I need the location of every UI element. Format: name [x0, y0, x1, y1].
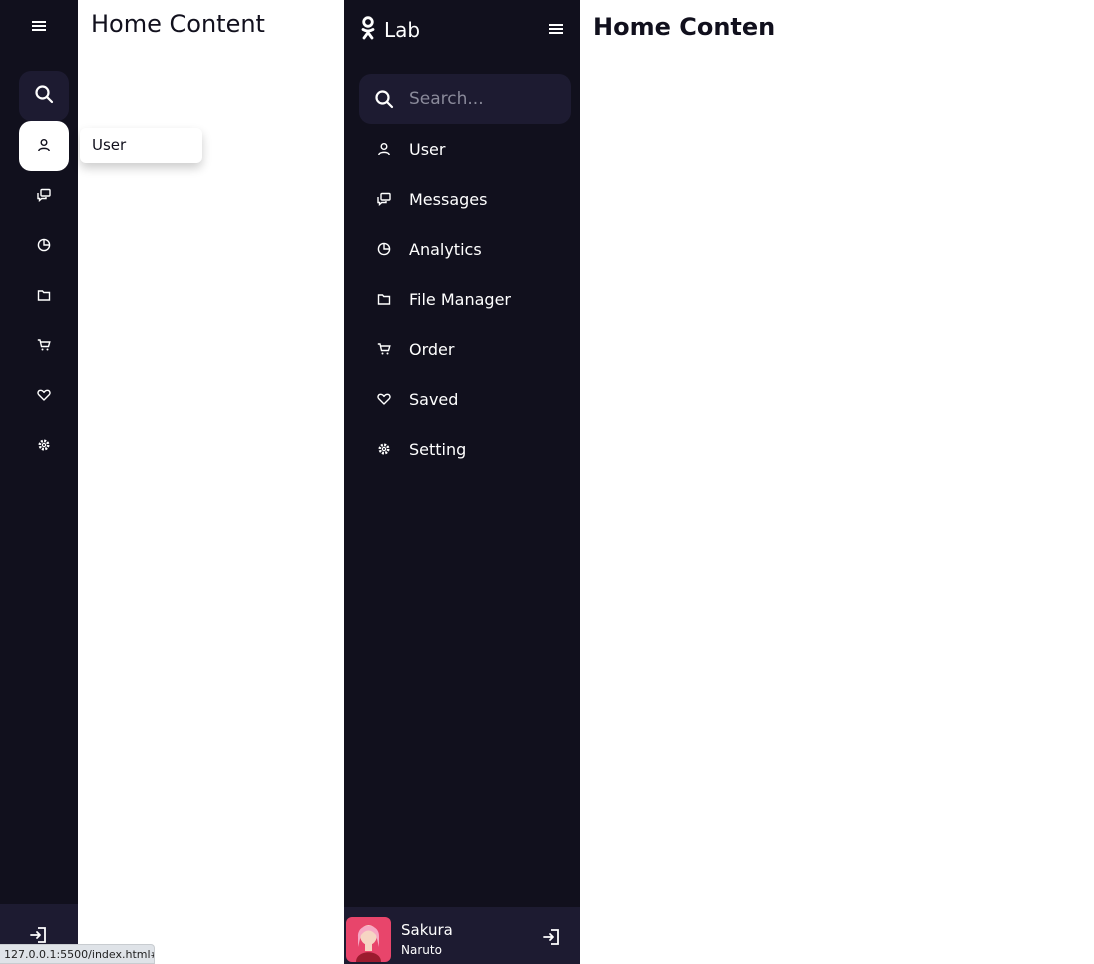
messages-icon — [37, 187, 51, 206]
nav-item-file-manager[interactable]: File Manager — [359, 274, 571, 324]
user-tooltip: User — [80, 128, 202, 163]
nav-item-label: Messages — [409, 189, 488, 209]
search-input[interactable] — [409, 89, 559, 109]
logout-icon[interactable] — [542, 927, 562, 951]
collapsed-item-order[interactable] — [19, 321, 69, 371]
menu-icon[interactable] — [546, 19, 566, 39]
heart-icon — [359, 374, 409, 424]
expanded-sidebar: Lab User Messages Analytics — [344, 0, 580, 964]
cart-icon — [37, 337, 51, 356]
collapsed-item-saved[interactable] — [19, 371, 69, 421]
heart-icon — [37, 387, 51, 406]
collapsed-item-analytics[interactable] — [19, 221, 69, 271]
nav-item-label: User — [409, 139, 446, 159]
collapsed-item-file-manager[interactable] — [19, 271, 69, 321]
avatar — [346, 917, 391, 962]
search-icon[interactable] — [359, 74, 409, 124]
user-icon — [359, 124, 409, 174]
collapsed-search-button[interactable] — [19, 71, 69, 121]
gear-icon — [359, 424, 409, 474]
nav-item-label: Order — [409, 339, 455, 359]
collapsed-sidebar — [0, 0, 78, 964]
gear-icon — [37, 437, 51, 456]
browser-status-url: 127.0.0.1:5500/index.html# — [0, 944, 155, 964]
logo: Lab — [360, 16, 420, 44]
page-title: Home Content — [91, 10, 265, 38]
nav-item-user[interactable]: User — [359, 124, 571, 174]
nav-item-saved[interactable]: Saved — [359, 374, 571, 424]
logo-icon — [360, 16, 376, 44]
folder-icon — [37, 287, 51, 306]
analytics-icon — [359, 224, 409, 274]
profile-footer: Sakura Naruto — [344, 907, 580, 964]
nav-item-label: File Manager — [409, 289, 511, 309]
messages-icon — [359, 174, 409, 224]
collapsed-item-messages[interactable] — [19, 171, 69, 221]
analytics-icon — [37, 237, 51, 256]
folder-icon — [359, 274, 409, 324]
cart-icon — [359, 324, 409, 374]
logo-name: Lab — [384, 18, 421, 42]
menu-icon[interactable] — [29, 16, 49, 36]
profile-name: Sakura — [401, 921, 453, 939]
nav-item-label: Analytics — [409, 239, 482, 259]
nav-item-order[interactable]: Order — [359, 324, 571, 374]
nav-item-label: Setting — [409, 439, 467, 459]
nav-item-analytics[interactable]: Analytics — [359, 224, 571, 274]
search-icon — [34, 84, 54, 108]
collapsed-item-setting[interactable] — [19, 421, 69, 471]
collapsed-item-user[interactable] — [19, 121, 69, 171]
user-icon — [37, 137, 51, 156]
nav-list: User Messages Analytics File Manager Ord… — [359, 124, 571, 474]
profile-job: Naruto — [401, 943, 442, 957]
nav-item-messages[interactable]: Messages — [359, 174, 571, 224]
nav-item-setting[interactable]: Setting — [359, 424, 571, 474]
search-box — [359, 74, 571, 124]
nav-item-label: Saved — [409, 389, 459, 409]
page-title: Home Conten — [593, 13, 776, 41]
